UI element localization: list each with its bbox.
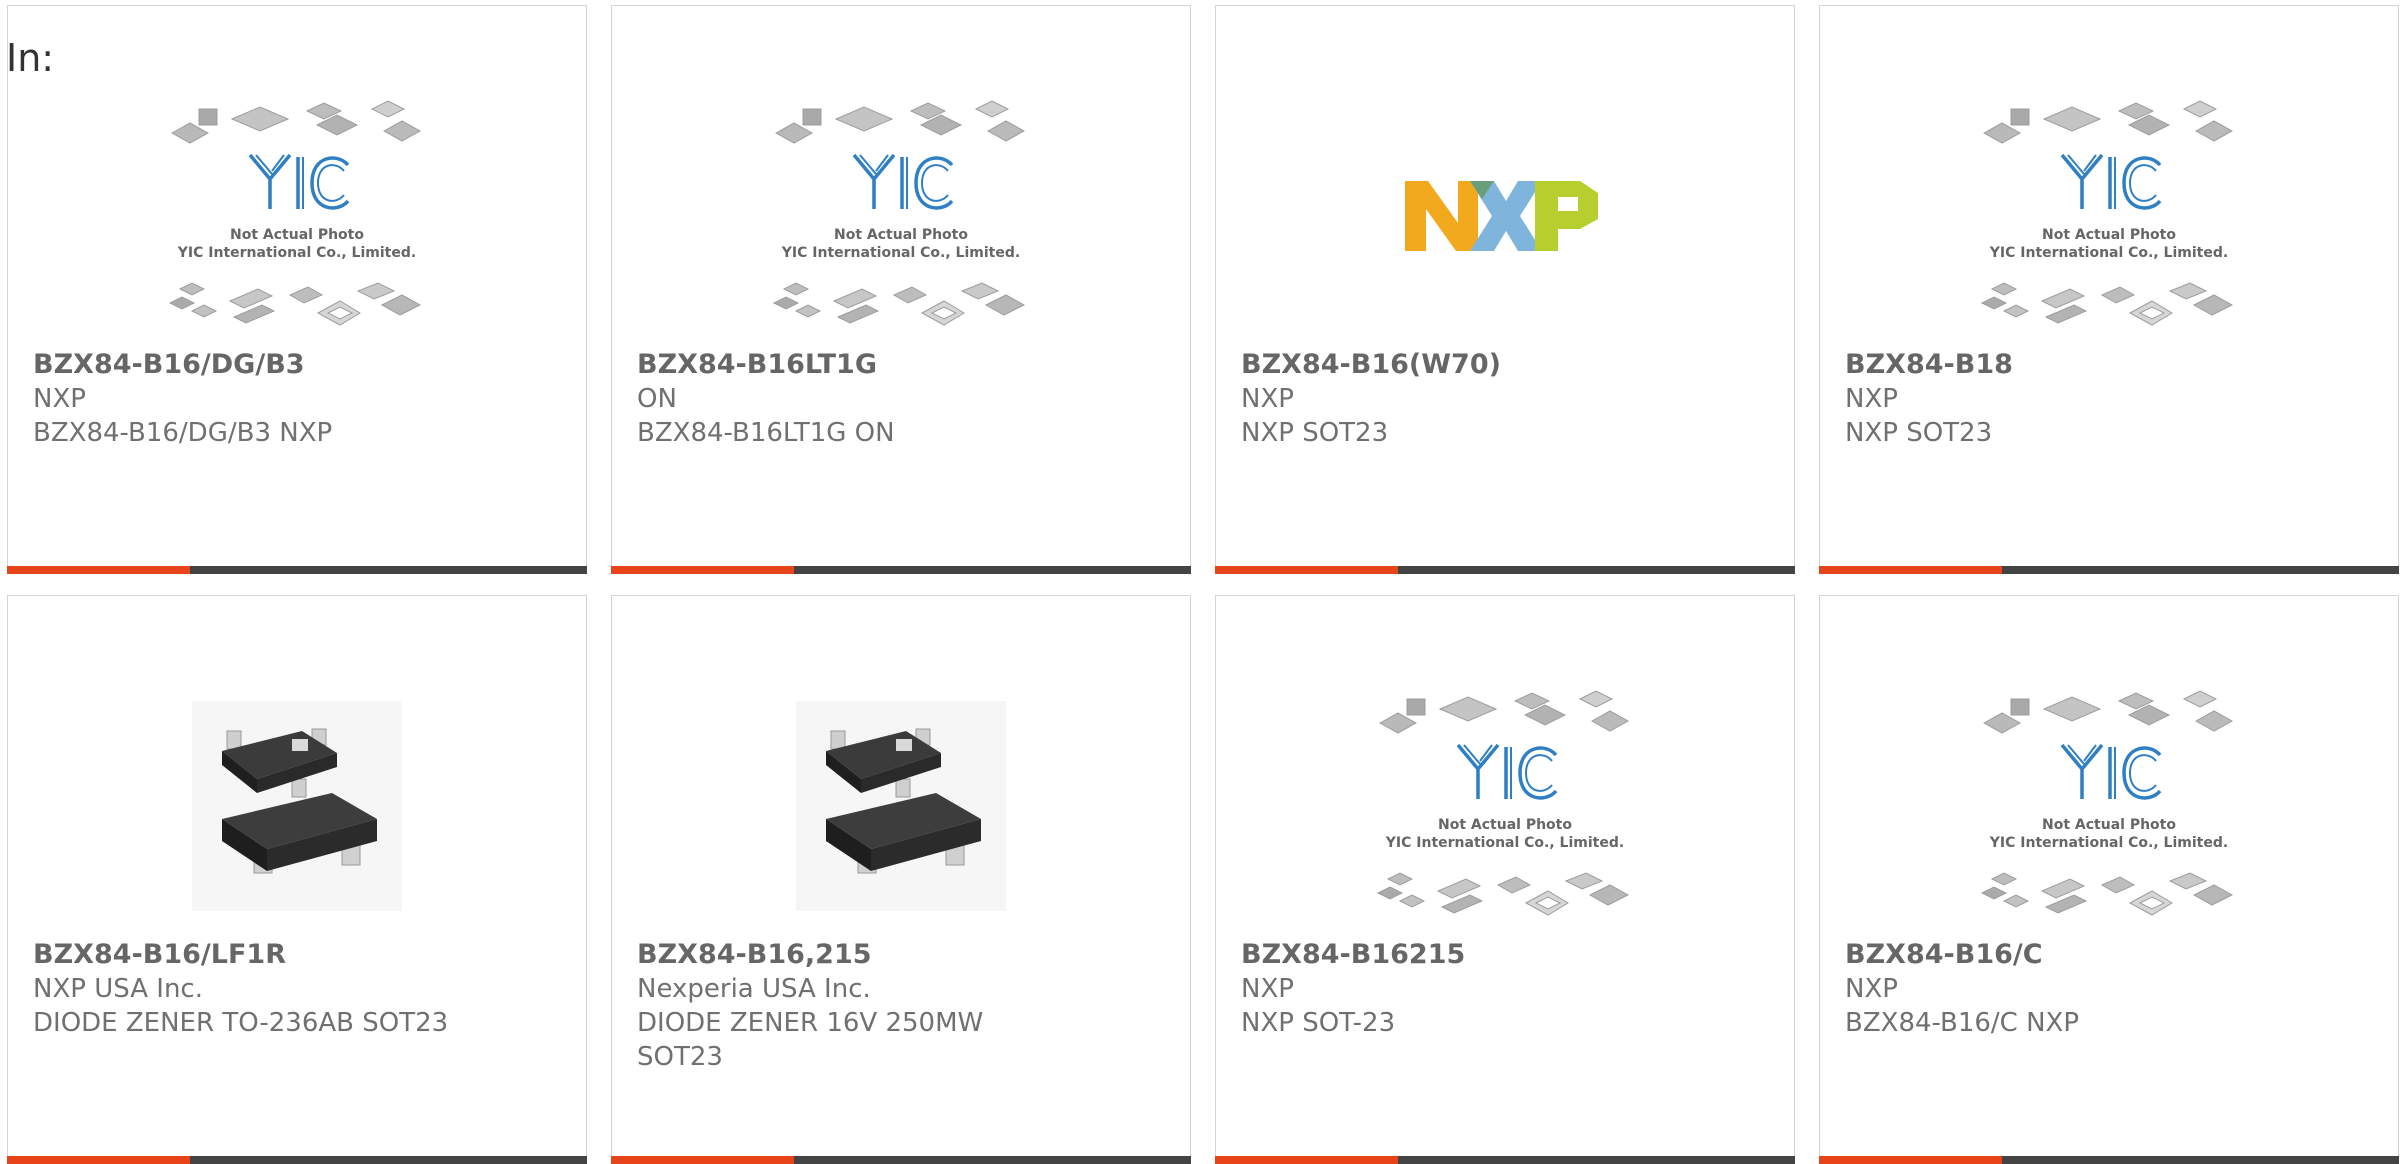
product-image[interactable]: Not Actual Photo YIC International Co., … <box>8 86 586 346</box>
card-bottom-bar <box>1215 566 1795 574</box>
description-continued: SOT23 <box>637 1042 723 1072</box>
svg-text:Not Actual Photo: Not Actual Photo <box>834 227 968 243</box>
product-info: BZX84-B16(W70) NXP NXP SOT23 <box>1241 348 1754 450</box>
product-info: BZX84-B18 NXP NXP SOT23 <box>1845 348 2358 450</box>
card-accent-bar <box>611 1156 794 1164</box>
product-card[interactable]: BZX84-B16/LF1R NXP USA Inc. DIODE ZENER TO… <box>7 595 587 1164</box>
description: DIODE ZENER 16V 250MW <box>637 1008 984 1038</box>
yic-placeholder-image: Not Actual Photo YIC International Co., … <box>772 100 1026 326</box>
card-accent-bar <box>7 566 190 574</box>
svg-text:Not Actual Photo: Not Actual Photo <box>2042 227 2176 243</box>
yic-logo <box>2060 153 2162 210</box>
product-image[interactable]: Not Actual Photo YIC International Co., … <box>612 86 1190 346</box>
card-bottom-bar <box>611 1156 1191 1164</box>
card-bottom-bar <box>1215 1156 1795 1164</box>
manufacturer: NXP <box>1845 974 1898 1004</box>
manufacturer: Nexperia USA Inc. <box>637 974 871 1004</box>
part-number-link[interactable]: BZX84-B16/LF1R <box>33 938 546 972</box>
description: BZX84-B16LT1G ON <box>637 418 895 448</box>
nxp-logo-image <box>1405 181 1598 251</box>
product-image[interactable]: Not Actual Photo YIC International Co., … <box>1216 676 1794 936</box>
card-accent-bar <box>1819 1156 2002 1164</box>
card-bottom-bar <box>1819 566 2399 574</box>
svg-text:Not Actual Photo: Not Actual Photo <box>230 227 364 243</box>
card-bottom-bar <box>611 566 1191 574</box>
part-number-link[interactable]: BZX84-B16,215 <box>637 938 1150 972</box>
yic-placeholder-image: Not Actual Photo YIC International Co., … <box>1980 690 2234 916</box>
yic-logo <box>852 153 954 210</box>
svg-text:Not Actual Photo: Not Actual Photo <box>2042 817 2176 833</box>
product-card[interactable]: Not Actual Photo YIC International Co., … <box>1819 595 2399 1164</box>
description: BZX84-B16/DG/B3 NXP <box>33 418 333 448</box>
manufacturer: NXP USA Inc. <box>33 974 203 1004</box>
yic-placeholder-image: Not Actual Photo YIC International Co., … <box>1980 100 2234 326</box>
svg-text:YIC International Co., Limited: YIC International Co., Limited. <box>781 245 1020 261</box>
product-info: BZX84-B16LT1G ON BZX84-B16LT1G ON <box>637 348 1150 450</box>
svg-text:YIC International Co., Limited: YIC International Co., Limited. <box>1989 835 2228 851</box>
svg-text:YIC International Co., Limited: YIC International Co., Limited. <box>177 245 416 261</box>
product-info: BZX84-B16215 NXP NXP SOT-23 <box>1241 938 1754 1040</box>
sot23-package-image <box>192 701 402 911</box>
product-image[interactable] <box>8 676 586 936</box>
manufacturer: NXP <box>1241 384 1294 414</box>
description: DIODE ZENER TO-236AB SOT23 <box>33 1008 449 1038</box>
product-card[interactable]: Not Actual Photo YIC International Co., … <box>1215 595 1795 1164</box>
product-info: BZX84-B16/LF1R NXP USA Inc. DIODE ZENER TO… <box>33 938 546 1040</box>
card-accent-bar <box>1819 566 2002 574</box>
sot23-package-image <box>796 701 1006 911</box>
part-number-link[interactable]: BZX84-B18 <box>1845 348 2358 382</box>
product-image[interactable]: Not Actual Photo YIC International Co., … <box>1820 676 2398 936</box>
card-accent-bar <box>7 1156 190 1164</box>
manufacturer: NXP <box>1845 384 1898 414</box>
svg-text:Not Actual Photo: Not Actual Photo <box>1438 817 1572 833</box>
part-number-link[interactable]: BZX84-B16215 <box>1241 938 1754 972</box>
card-accent-bar <box>1215 566 1398 574</box>
manufacturer: NXP <box>33 384 86 414</box>
product-info: BZX84-B16/DG/B3 NXP BZX84-B16/DG/B3 NXP <box>33 348 546 450</box>
part-number-link[interactable]: BZX84-B16(W70) <box>1241 348 1754 382</box>
yic-placeholder-image: Not Actual Photo YIC International Co., … <box>168 100 422 326</box>
card-accent-bar <box>1215 1156 1398 1164</box>
product-image[interactable] <box>1216 86 1794 346</box>
description: NXP SOT23 <box>1845 418 1993 448</box>
product-card[interactable]: Not Actual Photo YIC International Co., … <box>1819 5 2399 574</box>
svg-text:YIC International Co., Limited: YIC International Co., Limited. <box>1385 835 1624 851</box>
product-card[interactable]: Not Actual Photo YIC International Co., … <box>7 5 587 574</box>
manufacturer: ON <box>637 384 677 414</box>
yic-logo <box>248 153 350 210</box>
part-number-link[interactable]: BZX84-B16/DG/B3 <box>33 348 546 382</box>
svg-text:YIC International Co., Limited: YIC International Co., Limited. <box>1989 245 2228 261</box>
part-number-link[interactable]: BZX84-B16LT1G <box>637 348 1150 382</box>
product-grid: Not Actual Photo YIC International Co., … <box>7 5 2399 1164</box>
product-results-page: In: Not Actual Photo YIC International C… <box>0 0 2400 1164</box>
yic-logo <box>2060 743 2162 800</box>
manufacturer: NXP <box>1241 974 1294 1004</box>
yic-placeholder-image: Not Actual Photo YIC International Co., … <box>1376 690 1630 916</box>
product-info: BZX84-B16/C NXP BZX84-B16/C NXP <box>1845 938 2358 1040</box>
description: BZX84-B16/C NXP <box>1845 1008 2080 1038</box>
in-label: In: <box>6 36 55 80</box>
card-bottom-bar <box>7 1156 587 1164</box>
description: NXP SOT23 <box>1241 418 1389 448</box>
product-image[interactable] <box>612 676 1190 936</box>
card-accent-bar <box>611 566 794 574</box>
card-bottom-bar <box>1819 1156 2399 1164</box>
product-card[interactable]: Not Actual Photo YIC International Co., … <box>611 5 1191 574</box>
card-bottom-bar <box>7 566 587 574</box>
description: NXP SOT-23 <box>1241 1008 1396 1038</box>
part-number-link[interactable]: BZX84-B16/C <box>1845 938 2358 972</box>
product-card[interactable]: BZX84-B16(W70) NXP NXP SOT23 <box>1215 5 1795 574</box>
product-image[interactable]: Not Actual Photo YIC International Co., … <box>1820 86 2398 346</box>
product-info: BZX84-B16,215 Nexperia USA Inc. DIODE ZENE… <box>637 938 1150 1074</box>
product-card[interactable]: BZX84-B16,215 Nexperia USA Inc. DIODE ZENE… <box>611 595 1191 1164</box>
yic-logo <box>1456 743 1558 800</box>
